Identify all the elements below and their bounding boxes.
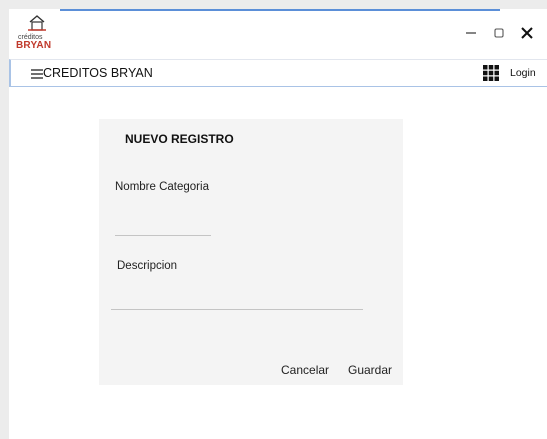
title-accent-line [60, 9, 500, 11]
maximize-icon [494, 28, 504, 38]
maximize-button[interactable] [491, 25, 507, 41]
descripcion-label: Descripcion [117, 260, 178, 272]
menu-bar: CREDITOS BRYAN Login [9, 59, 547, 87]
save-button[interactable]: Guardar [348, 363, 392, 377]
form-title: NUEVO REGISTRO [125, 132, 234, 146]
logo-brand: BRYAN [16, 40, 52, 51]
app-logo: créditos BRYAN [16, 13, 62, 57]
nombre-categoria-input[interactable] [115, 217, 211, 236]
window-controls [463, 25, 535, 41]
hamburger-menu-icon[interactable] [31, 69, 43, 79]
house-icon [28, 15, 46, 31]
app-title: CREDITOS BRYAN [43, 66, 153, 80]
minimize-icon [466, 32, 476, 34]
close-icon [521, 27, 533, 39]
cancel-button[interactable]: Cancelar [281, 363, 329, 377]
grid-icon[interactable] [483, 65, 499, 81]
app-window: créditos BRYAN CREDITOS BRYAN Login NUEV… [9, 9, 547, 439]
descripcion-input[interactable] [111, 291, 363, 310]
minimize-button[interactable] [463, 25, 479, 41]
login-link[interactable]: Login [510, 67, 536, 79]
new-record-form: NUEVO REGISTRO Nombre Categoria Descripc… [99, 119, 403, 385]
close-button[interactable] [519, 25, 535, 41]
nombre-categoria-label: Nombre Categoria [115, 181, 209, 193]
